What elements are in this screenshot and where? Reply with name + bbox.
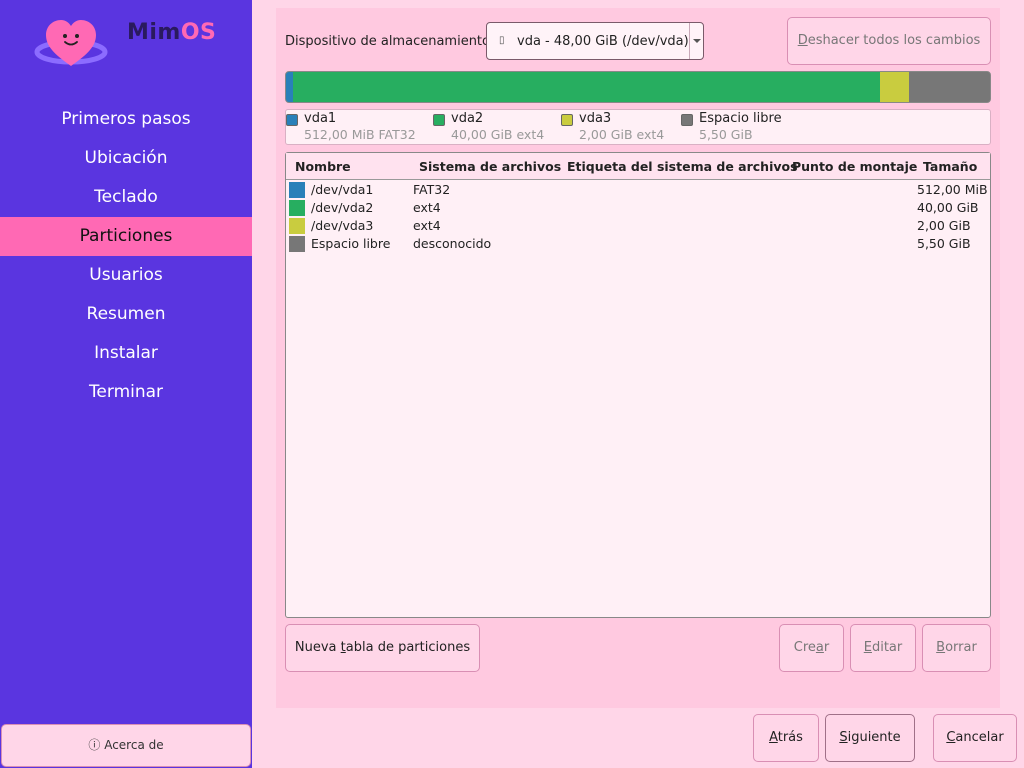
partition-swatch	[289, 236, 305, 252]
sidebar-item-particiones[interactable]: Particiones	[0, 217, 252, 256]
create-button[interactable]: Crear	[779, 624, 844, 672]
about-label: Acerca de	[104, 738, 164, 752]
sidebar-item-teclado[interactable]: Teclado	[0, 178, 252, 217]
sidebar: MimOS Primeros pasos Ubicación Teclado P…	[0, 0, 252, 768]
back-button[interactable]: Atrás	[753, 714, 819, 762]
brand-part1: Mim	[127, 20, 181, 45]
delete-button[interactable]: Borrar	[922, 624, 991, 672]
partition-bar-segment	[286, 72, 294, 102]
legend-swatch	[561, 114, 573, 126]
table-row[interactable]: Espacio libre desconocido 5,50 GiB	[286, 235, 990, 253]
partition-swatch	[289, 200, 305, 216]
partition-bar-segment	[879, 72, 910, 102]
partition-usage-bar	[285, 71, 991, 103]
disk-icon: ▯	[499, 35, 505, 46]
sidebar-item-terminar[interactable]: Terminar	[0, 373, 252, 412]
partition-bar-segment	[293, 72, 880, 102]
table-header: Nombre Sistema de archivos Etiqueta del …	[286, 153, 990, 180]
table-row[interactable]: /dev/vda2 ext4 40,00 GiB	[286, 199, 990, 217]
column-header-fs-label[interactable]: Etiqueta del sistema de archivos	[567, 159, 798, 174]
cancel-button[interactable]: Cancelar	[933, 714, 1017, 762]
new-partition-table-button[interactable]: Nueva tabla de particiones	[285, 624, 480, 672]
legend-swatch	[433, 114, 445, 126]
storage-device-label: Dispositivo de almacenamiento:	[285, 34, 495, 49]
column-header-mount-point[interactable]: Punto de montaje	[792, 159, 917, 174]
table-row[interactable]: /dev/vda1 FAT32 512,00 MiB	[286, 181, 990, 199]
revert-all-button[interactable]: Deshacer todos los cambios	[787, 17, 991, 65]
next-button[interactable]: Siguiente	[825, 714, 915, 762]
partition-swatch	[289, 182, 305, 198]
sidebar-item-resumen[interactable]: Resumen	[0, 295, 252, 334]
column-header-name[interactable]: Nombre	[295, 159, 351, 174]
legend-swatch	[286, 114, 298, 126]
sidebar-item-ubicacion[interactable]: Ubicación	[0, 139, 252, 178]
heart-logo-icon	[34, 20, 108, 66]
chevron-down-icon[interactable]	[689, 23, 703, 59]
brand-name: MimOS	[127, 20, 216, 45]
column-header-size[interactable]: Tamaño	[923, 159, 977, 174]
sidebar-item-primeros-pasos[interactable]: Primeros pasos	[0, 100, 252, 139]
edit-button[interactable]: Editar	[850, 624, 916, 672]
table-row[interactable]: /dev/vda3 ext4 2,00 GiB	[286, 217, 990, 235]
brand-part2: OS	[180, 20, 217, 45]
sidebar-item-instalar[interactable]: Instalar	[0, 334, 252, 373]
partitions-panel: Dispositivo de almacenamiento: ▯ vda - 4…	[276, 8, 1000, 708]
column-header-filesystem[interactable]: Sistema de archivos	[419, 159, 561, 174]
partition-bar-segment	[909, 72, 990, 102]
sidebar-item-usuarios[interactable]: Usuarios	[0, 256, 252, 295]
partition-legend: vda1 512,00 MiB FAT32 vda2 40,00 GiB ext…	[285, 109, 991, 145]
info-icon: ⓘ	[88, 738, 101, 752]
partition-swatch	[289, 218, 305, 234]
about-button[interactable]: ⓘ Acerca de	[1, 724, 251, 767]
storage-device-value: vda - 48,00 GiB (/dev/vda)	[517, 34, 689, 49]
partition-table: Nombre Sistema de archivos Etiqueta del …	[285, 152, 991, 618]
legend-swatch	[681, 114, 693, 126]
storage-device-select[interactable]: ▯ vda - 48,00 GiB (/dev/vda)	[486, 22, 704, 60]
